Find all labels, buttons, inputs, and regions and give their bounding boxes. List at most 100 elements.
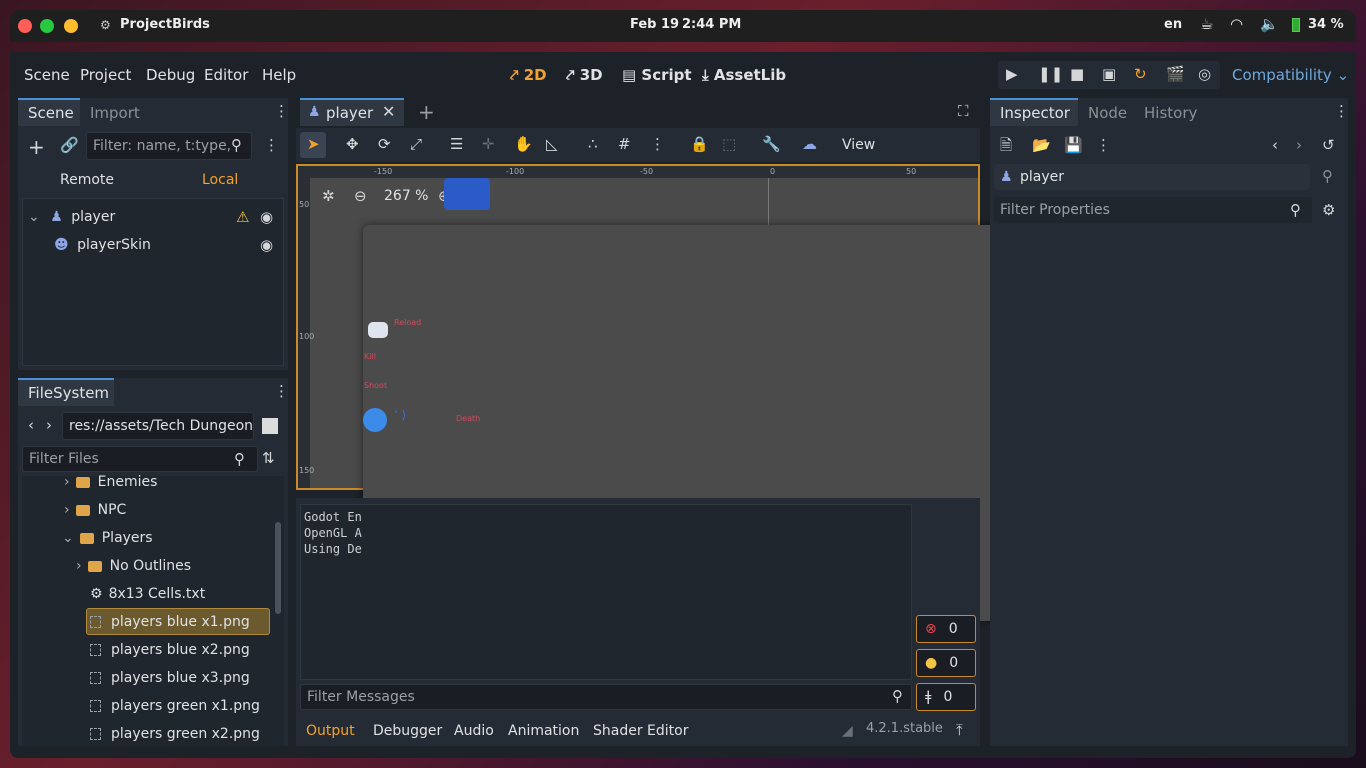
pan-hand-icon[interactable]: ✋ <box>514 137 533 152</box>
stop-icon[interactable]: ■ <box>1070 67 1084 82</box>
workspace-script-button[interactable]: ▤ Script <box>622 66 692 84</box>
add-tab-icon[interactable]: + <box>418 102 435 122</box>
move-tool-icon[interactable]: ✥ <box>346 137 359 152</box>
pivot-tool-icon[interactable]: ✛ <box>482 137 495 152</box>
grid-snap-icon[interactable]: # <box>618 137 631 152</box>
tab-history[interactable]: History <box>1144 104 1197 122</box>
menu-project[interactable]: Project <box>80 66 131 84</box>
remote-debug-icon[interactable]: ▣ <box>1102 67 1116 82</box>
coffee-icon[interactable]: ☕ <box>1200 15 1213 33</box>
workspace-3d-button[interactable]: ⤤ 3D <box>566 66 603 84</box>
menu-scene[interactable]: Scene <box>24 66 70 84</box>
file-players-blue-x1[interactable]: players blue x1.png <box>90 614 250 630</box>
file-cells-txt[interactable]: ⚙ 8x13 Cells.txt <box>90 586 205 602</box>
wifi-icon[interactable]: ◠ <box>1230 15 1243 33</box>
scene-filter-input[interactable]: Filter: name, t:type, <box>86 132 252 160</box>
property-options-icon[interactable]: ⚙ <box>1322 203 1335 218</box>
warning-icon[interactable]: ⚠ <box>236 210 249 225</box>
filter-messages-input[interactable]: Filter Messages <box>300 684 912 710</box>
clock[interactable]: 2:44 PM <box>682 17 741 32</box>
menu-editor[interactable]: Editor <box>204 66 248 84</box>
visibility-eye-icon[interactable]: ◉ <box>260 210 273 225</box>
select-arrow-icon[interactable]: ➤ <box>307 137 320 152</box>
tab-import[interactable]: Import <box>90 104 140 122</box>
movie-maker-icon[interactable]: ◎ <box>1198 67 1211 82</box>
open-folder-icon[interactable]: 📂 <box>1032 138 1051 153</box>
expand-panel-icon[interactable]: ⤒ <box>956 723 963 738</box>
dock-menu-icon[interactable]: ⋮ <box>274 384 289 399</box>
doc-icon[interactable]: ⚲ <box>1322 169 1333 184</box>
play-icon[interactable]: ▶ <box>1006 67 1018 82</box>
tab-output[interactable]: Output <box>306 723 355 739</box>
close-tab-icon[interactable]: ✕ <box>382 104 395 120</box>
bone-icon[interactable]: 🔧 <box>762 137 781 152</box>
file-players-blue-x3[interactable]: players blue x3.png <box>90 670 250 686</box>
renderer-select[interactable]: Compatibility ⌄ <box>1232 66 1349 84</box>
list-select-icon[interactable]: ☰ <box>450 137 463 152</box>
warning-filter-toggle[interactable]: ● 0 <box>916 649 976 677</box>
keyboard-language[interactable]: en <box>1164 17 1182 32</box>
add-node-icon[interactable]: + <box>28 137 45 157</box>
file-players-green-x2[interactable]: players green x2.png <box>90 726 260 742</box>
group-icon[interactable]: ⬚ <box>722 137 736 152</box>
dock-menu-icon[interactable]: ⋮ <box>1334 104 1349 119</box>
save-icon[interactable]: 💾 <box>1064 138 1083 153</box>
forward-icon[interactable]: › <box>46 418 52 433</box>
lock-icon[interactable]: 🔒 <box>690 137 709 152</box>
snap-options-icon[interactable]: ⋮ <box>650 137 665 152</box>
object-history-icon[interactable]: ↺ <box>1322 138 1335 153</box>
resource-options-icon[interactable]: ⋮ <box>1096 138 1111 153</box>
filter-properties-input[interactable]: Filter Properties <box>994 197 1312 223</box>
tab-shader-editor[interactable]: Shader Editor <box>593 723 688 739</box>
tab-node[interactable]: Node <box>1088 104 1127 122</box>
folder-no-outlines[interactable]: › No Outlines <box>76 558 191 574</box>
play-scene-icon[interactable]: 🎬 <box>1166 67 1185 82</box>
file-players-green-x1[interactable]: players green x1.png <box>90 698 260 714</box>
sort-icon[interactable]: ⇅ <box>262 451 275 466</box>
view-menu[interactable]: View <box>842 137 875 153</box>
player-sprite[interactable] <box>444 178 490 210</box>
minimize-window-button[interactable] <box>64 19 78 33</box>
menu-debug[interactable]: Debug <box>146 66 195 84</box>
maximize-window-button[interactable] <box>40 19 54 33</box>
close-window-button[interactable] <box>18 19 32 33</box>
pause-icon[interactable]: ❚❚ <box>1038 67 1063 82</box>
tree-node-playerskin[interactable]: ☻ playerSkin <box>54 237 151 253</box>
rotate-tool-icon[interactable]: ⟳ <box>378 137 391 152</box>
visibility-eye-icon[interactable]: ◉ <box>260 238 273 253</box>
folder-enemies[interactable]: › Enemies <box>64 474 157 490</box>
ruler-tool-icon[interactable]: ◺ <box>546 137 558 152</box>
history-forward-icon[interactable]: › <box>1296 138 1302 153</box>
workspace-2d-button[interactable]: ⤤ 2D <box>510 66 547 84</box>
update-spinner-icon[interactable]: ◢ <box>842 723 853 739</box>
tree-node-player[interactable]: ⌄ ♟ player <box>28 209 115 225</box>
back-icon[interactable]: ‹ <box>28 418 34 433</box>
volume-icon[interactable]: 🔈 <box>1260 15 1279 33</box>
error-filter-toggle[interactable]: ⊗ 0 <box>916 615 976 643</box>
smart-snap-icon[interactable]: ∴ <box>588 137 598 152</box>
center-view-icon[interactable]: ✲ <box>322 189 335 204</box>
zoom-out-icon[interactable]: ⊖ <box>354 189 367 204</box>
zoom-level[interactable]: 267 % <box>384 188 428 204</box>
remote-toggle[interactable]: Remote <box>60 172 114 188</box>
tab-animation[interactable]: Animation <box>508 723 579 739</box>
folder-npc[interactable]: › NPC <box>64 502 126 518</box>
local-toggle[interactable]: Local <box>202 172 238 188</box>
message-filter-toggle[interactable]: ǂ0 <box>916 683 976 711</box>
new-resource-icon[interactable]: 🗎 <box>1000 138 1012 153</box>
folder-players[interactable]: ⌄ Players <box>62 530 153 546</box>
menu-help[interactable]: Help <box>262 66 296 84</box>
link-icon[interactable]: 🔗 <box>60 138 79 153</box>
tab-audio[interactable]: Audio <box>454 723 494 739</box>
fullscreen-icon[interactable]: ⛶ <box>958 104 969 119</box>
camera-override-icon[interactable]: ☁ <box>802 137 817 152</box>
reload-icon[interactable]: ↻ <box>1134 67 1147 82</box>
dock-menu-icon[interactable]: ⋮ <box>274 104 289 119</box>
scene-options-icon[interactable]: ⋮ <box>264 138 279 153</box>
history-back-icon[interactable]: ‹ <box>1272 138 1278 153</box>
scale-tool-icon[interactable]: ⤢ <box>410 137 422 152</box>
file-tree-scrollbar[interactable] <box>275 522 281 614</box>
split-view-icon[interactable] <box>262 418 278 434</box>
path-input[interactable]: res://assets/Tech Dungeon <box>62 412 254 440</box>
tab-debugger[interactable]: Debugger <box>373 723 442 739</box>
